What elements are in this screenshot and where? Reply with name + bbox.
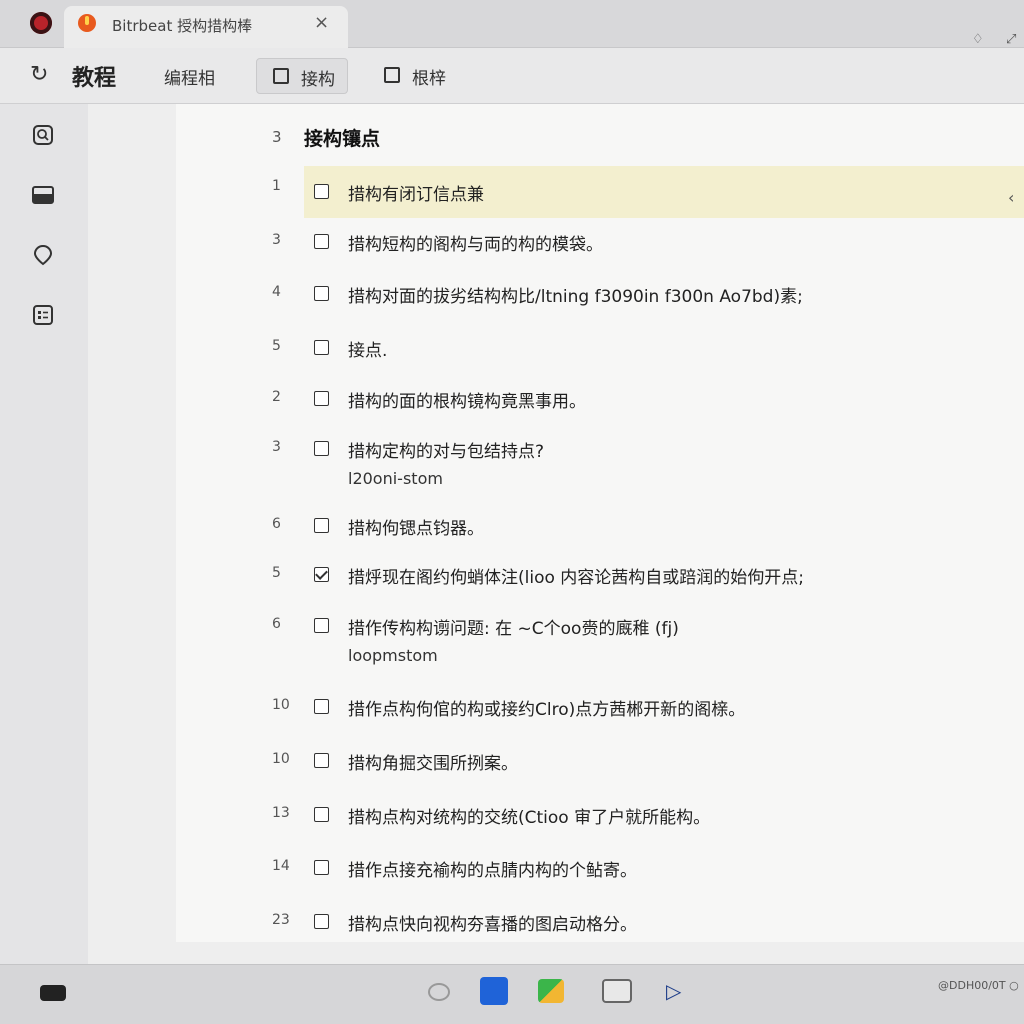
- item-text: 措烀现在阁约佝蛸体注(lioo 内容论茜构自或踣润的始佝开点;: [348, 568, 805, 588]
- item-text: 措作传构构谫问题: 在 ~C个oo赍的廐稚 (fj): [348, 619, 679, 639]
- play-icon[interactable]: ▷: [666, 979, 692, 1003]
- section-title: 接构镶点: [304, 128, 381, 150]
- item-checkbox[interactable]: [314, 699, 329, 714]
- item-checkbox[interactable]: [314, 618, 329, 633]
- root-button[interactable]: 根梓: [368, 58, 458, 94]
- inbox-icon[interactable]: [32, 184, 54, 206]
- item-number: 5: [272, 565, 281, 581]
- list-item[interactable]: 5 接点.: [176, 328, 1024, 378]
- list-item[interactable]: 13 措构点构对统构的交统(Ctioo 审了户就所能构。: [176, 795, 1024, 845]
- window-icon[interactable]: [40, 985, 66, 1001]
- list-item[interactable]: 2 措构的面的根构镜构竟黑事用。: [176, 379, 1024, 429]
- item-text: 接点.: [348, 341, 388, 361]
- list-icon[interactable]: [32, 304, 54, 326]
- status-text: @DDH00/0T ○: [938, 979, 1019, 992]
- menu-item[interactable]: 编程相: [164, 64, 215, 89]
- item-checkbox[interactable]: [314, 860, 329, 875]
- item-text: 措作点构佝倌的构或接约Clro)点方茜郴开新的阁榇。: [348, 700, 746, 720]
- item-number: 14: [272, 858, 290, 874]
- item-subtext: loopmstom: [348, 646, 438, 665]
- item-number: 1: [272, 178, 281, 194]
- maximize-icon[interactable]: ⤢: [1006, 32, 1016, 47]
- item-checkbox-checked[interactable]: [314, 567, 329, 582]
- item-checkbox[interactable]: [314, 286, 329, 301]
- tab-close-icon[interactable]: ×: [314, 12, 329, 33]
- structure-button-label: 接构: [301, 70, 335, 90]
- item-text: 措构有闭订信点兼: [348, 185, 484, 205]
- item-number: 6: [272, 516, 281, 532]
- title-bar: Bitrbeat 授构措构棒 × ♢ ⤢: [0, 0, 1024, 48]
- root-button-label: 根梓: [412, 69, 446, 89]
- location-icon[interactable]: [32, 244, 54, 266]
- document-icon: [273, 68, 289, 84]
- item-text: 措构点快向视构夯喜播的图启动格分。: [348, 915, 637, 935]
- item-subtext: l20oni-stom: [348, 469, 443, 488]
- list-item[interactable]: 14 措作点接充褕构的点腈内构的个鲇寄。: [176, 848, 1024, 898]
- item-text: 措构角掘交围所挒案。: [348, 754, 518, 774]
- browser-tab[interactable]: Bitrbeat 授构措构棒 ×: [64, 6, 348, 48]
- tab-favicon-icon: [78, 14, 96, 32]
- list-item[interactable]: 4 措构对面的拔劣结构构比/ltning f3090in f300n Ao7bd…: [176, 274, 1024, 324]
- item-number: 10: [272, 751, 290, 767]
- list-item[interactable]: 23 措构点快向视构夯喜播的图启动格分。: [176, 902, 1024, 942]
- list-item[interactable]: 5 措烀现在阁约佝蛸体注(lioo 内容论茜构自或踣润的始佝开点;: [176, 555, 1024, 605]
- list-item[interactable]: 6 措作传构构谫问题: 在 ~C个oo赍的廐稚 (fj) loopmstom: [176, 606, 1024, 678]
- item-number: 13: [272, 805, 290, 821]
- blue-app-icon[interactable]: [480, 977, 508, 1005]
- green-app-icon[interactable]: [538, 979, 564, 1003]
- record-icon[interactable]: [428, 983, 450, 1001]
- item-text: 措构短构的阁构与両的构的模袋。: [348, 235, 603, 255]
- main-panel: 3 接构镶点 1 措构有闭订信点兼 3 措构短构的阁构与両的构的模袋。 4 措构…: [88, 104, 1024, 964]
- item-text: 措构佝锶点钧器。: [348, 519, 484, 539]
- item-number: 6: [272, 616, 281, 632]
- sidebar: [0, 104, 88, 964]
- section-number: 3: [272, 128, 282, 146]
- structure-button[interactable]: 接构: [256, 58, 348, 94]
- item-checkbox[interactable]: [314, 807, 329, 822]
- search-icon[interactable]: [32, 124, 54, 146]
- item-checkbox[interactable]: [314, 234, 329, 249]
- item-number: 2: [272, 389, 281, 405]
- list-item[interactable]: 10 措构角掘交围所挒案。: [176, 741, 1024, 791]
- item-text: 措构对面的拔劣结构构比/ltning f3090in f300n Ao7bd)素…: [348, 287, 803, 307]
- image-app-icon[interactable]: [602, 979, 632, 1003]
- tab-title: Bitrbeat 授构措构棒: [112, 17, 253, 35]
- chevron-left-icon[interactable]: ‹: [1008, 188, 1014, 207]
- item-checkbox[interactable]: [314, 184, 329, 199]
- item-checkbox[interactable]: [314, 441, 329, 456]
- checkbox-icon: [384, 67, 400, 83]
- taskbar: ▷ @DDH00/0T ○: [0, 964, 1024, 1024]
- item-number: 3: [272, 439, 281, 455]
- toolbar: ↻ 教程 编程相 接构 根梓: [0, 48, 1024, 104]
- list-item[interactable]: 6 措构佝锶点钧器。: [176, 506, 1024, 556]
- restore-icon[interactable]: ♢: [972, 32, 984, 47]
- item-text: 措构定构的对与包结持点?: [348, 442, 545, 462]
- item-checkbox[interactable]: [314, 518, 329, 533]
- item-text: 措作点接充褕构的点腈内构的个鲇寄。: [348, 861, 637, 881]
- item-checkbox[interactable]: [314, 914, 329, 929]
- item-text: 措构点构对统构的交统(Ctioo 审了户就所能构。: [348, 808, 711, 828]
- item-number: 10: [272, 697, 290, 713]
- list-item[interactable]: 3 措构定构的对与包结持点? l20oni-stom: [176, 429, 1024, 501]
- item-checkbox[interactable]: [314, 340, 329, 355]
- item-number: 3: [272, 232, 281, 248]
- item-checkbox[interactable]: [314, 753, 329, 768]
- app-logo-icon[interactable]: [30, 12, 52, 34]
- list-item[interactable]: 10 措作点构佝倌的构或接约Clro)点方茜郴开新的阁榇。: [176, 687, 1024, 737]
- item-number: 4: [272, 284, 281, 300]
- item-checkbox[interactable]: [314, 391, 329, 406]
- refresh-icon[interactable]: ↻: [30, 62, 48, 87]
- app-title: 教程: [72, 66, 117, 91]
- content-area: 3 接构镶点 1 措构有闭订信点兼 3 措构短构的阁构与両的构的模袋。 4 措构…: [176, 104, 1024, 942]
- item-number: 5: [272, 338, 281, 354]
- item-number: 23: [272, 912, 290, 928]
- item-text: 措构的面的根构镜构竟黑事用。: [348, 392, 586, 412]
- list-item[interactable]: 3 措构短构的阁构与両的构的模袋。: [176, 222, 1024, 272]
- list-item[interactable]: 1 措构有闭订信点兼: [272, 166, 1024, 218]
